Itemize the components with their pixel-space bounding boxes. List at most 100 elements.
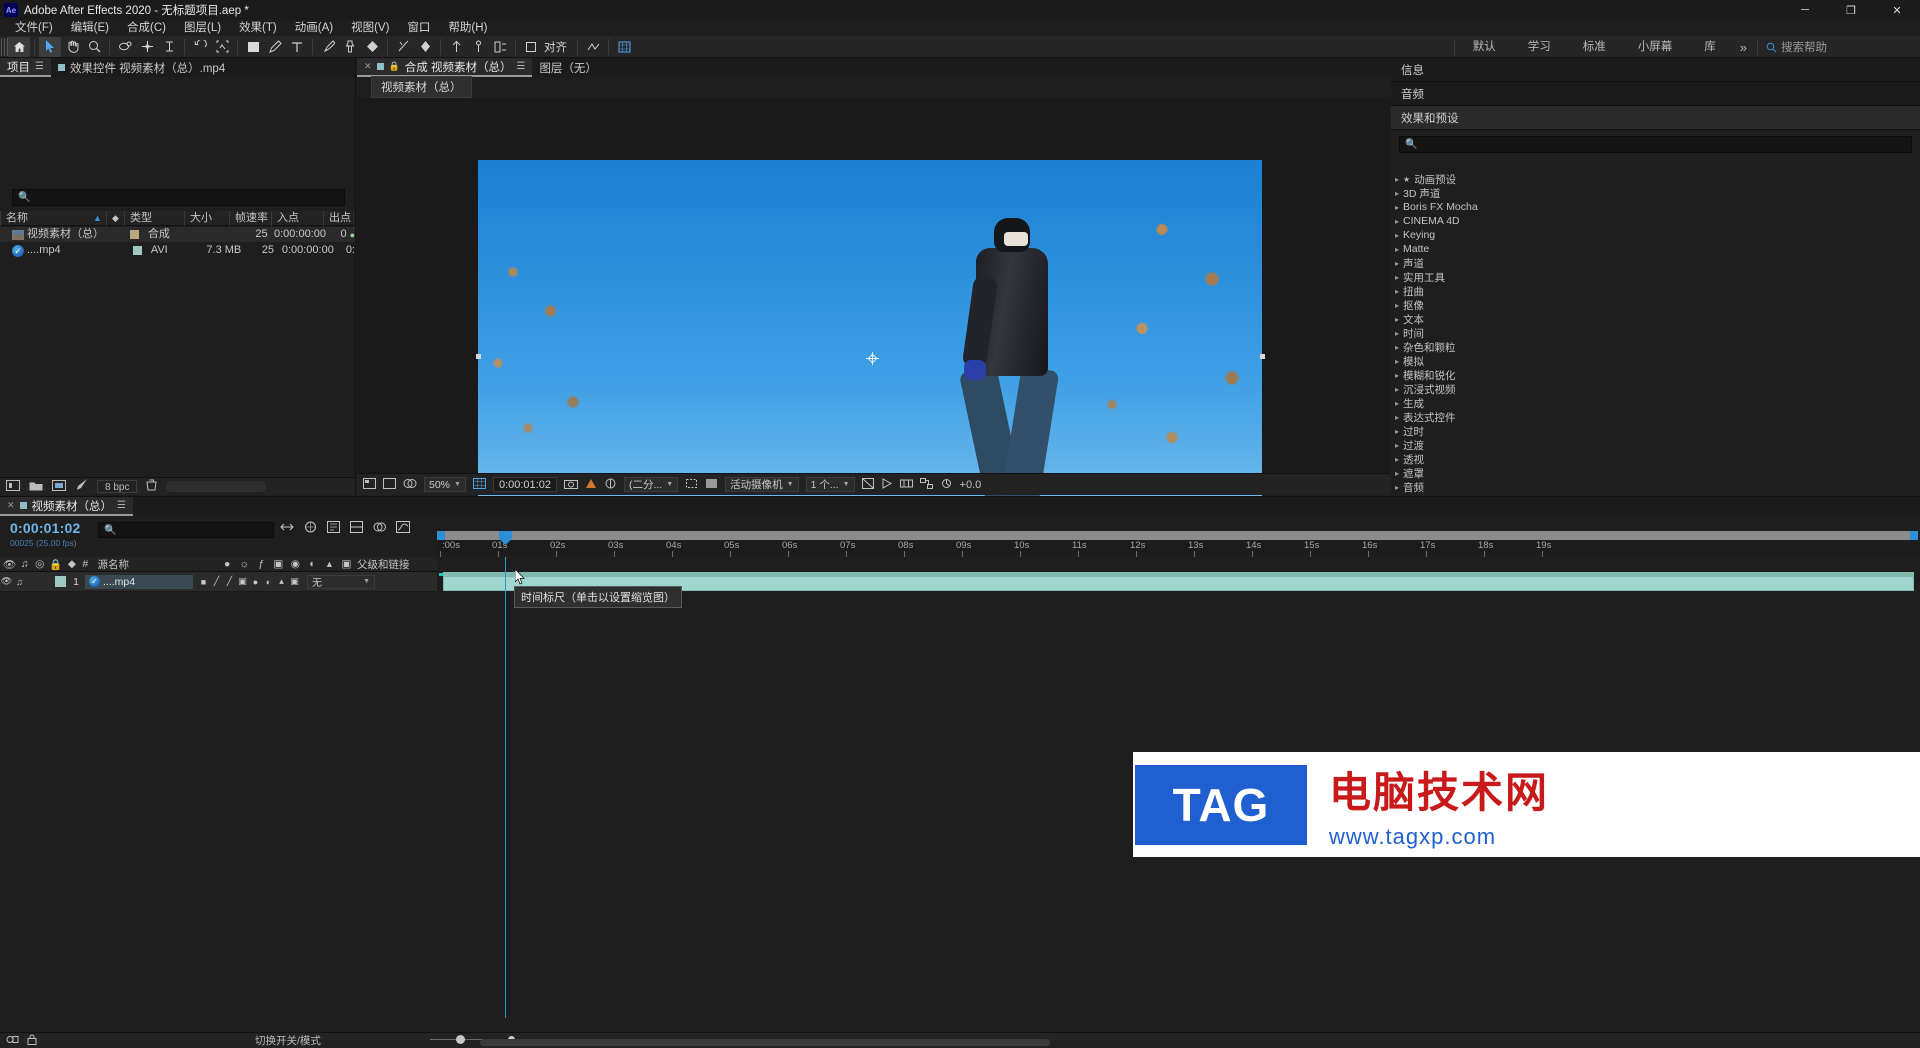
effects-category-item[interactable]: ▸ Boris FX Mocha xyxy=(1391,200,1920,214)
three-d-layer-icon[interactable]: ▣ xyxy=(340,558,353,570)
video-switch-icon[interactable]: 👁 xyxy=(3,558,16,571)
effects-category-item[interactable]: ▸ ★ 动画预设 xyxy=(1391,172,1920,186)
chevron-right-icon[interactable]: ▸ xyxy=(1395,329,1399,338)
effects-category-item[interactable]: ▸ 过时 xyxy=(1391,424,1920,438)
current-time-indicator[interactable] xyxy=(499,531,512,1018)
layer-video-toggle[interactable]: 👁 xyxy=(0,575,13,588)
table-row[interactable]: ✓ ....mp4 AVI 7.3 MB 25 0:00:00:00 0: xyxy=(0,243,355,258)
label-column-icon[interactable]: ◆ xyxy=(65,558,78,570)
chevron-right-icon[interactable]: ▸ xyxy=(1395,189,1399,198)
exposure-reset-icon[interactable] xyxy=(940,478,953,492)
adjustment-layer-icon[interactable]: ▴ xyxy=(323,558,336,570)
hide-shy-layers-icon[interactable] xyxy=(327,521,340,536)
composition-viewer[interactable] xyxy=(357,98,1390,552)
motion-blur-icon[interactable] xyxy=(373,521,386,536)
effects-category-item[interactable]: ▸颜色校正 xyxy=(1391,494,1920,495)
panel-menu-icon[interactable]: ☰ xyxy=(117,500,126,511)
work-area-end-handle[interactable] xyxy=(1910,531,1918,540)
orbit-tool-icon[interactable] xyxy=(114,37,136,57)
chevron-right-icon[interactable]: ▸ xyxy=(1395,385,1399,394)
new-folder-icon[interactable] xyxy=(29,480,43,494)
chevron-right-icon[interactable]: ▸ xyxy=(1395,287,1399,296)
effects-category-item[interactable]: ▸ 模拟 xyxy=(1391,354,1920,368)
roto-brush-tool-icon[interactable] xyxy=(211,37,233,57)
chevron-right-icon[interactable]: ▸ xyxy=(1395,399,1399,408)
effects-category-item[interactable]: ▸ 3D 声道 xyxy=(1391,186,1920,200)
effects-category-item[interactable]: ▸ 遮罩 xyxy=(1391,466,1920,480)
composition-mini-flowchart-icon[interactable] xyxy=(280,521,294,536)
chevron-right-icon[interactable]: ▸ xyxy=(1395,343,1399,352)
rotation-tool-icon[interactable] xyxy=(189,37,211,57)
shy-icon[interactable]: ● xyxy=(221,558,234,570)
workspace-small-screen[interactable]: 小屏幕 xyxy=(1622,36,1689,58)
toggle-switches-modes-icon[interactable] xyxy=(6,1034,19,1048)
toolbar-grip[interactable] xyxy=(1,37,8,56)
effects-category-item[interactable]: ▸ 实用工具 xyxy=(1391,270,1920,284)
snapping-icon[interactable] xyxy=(582,37,604,57)
interpret-footage-icon[interactable] xyxy=(6,479,20,494)
current-time-display[interactable]: 0:00:01:02 xyxy=(492,477,557,492)
frame-blend-icon[interactable]: ◉ xyxy=(289,558,302,570)
column-name[interactable]: 名称 xyxy=(0,210,88,226)
effects-category-item[interactable]: ▸ 表达式控件 xyxy=(1391,410,1920,424)
zoom-slider-knob[interactable] xyxy=(456,1035,465,1044)
puppet-overlap-tool-icon[interactable] xyxy=(414,37,436,57)
menu-animation[interactable]: 动画(A) xyxy=(286,20,342,36)
motion-blur-switch-icon[interactable]: ◐ xyxy=(306,558,319,570)
effects-category-item[interactable]: ▸ 音频 xyxy=(1391,480,1920,494)
chevron-right-icon[interactable]: ▸ xyxy=(1395,175,1399,184)
effects-category-item[interactable]: ▸ 透视 xyxy=(1391,452,1920,466)
row-label-swatch[interactable] xyxy=(129,230,139,239)
layer-source-name[interactable]: ✓ ....mp4 xyxy=(85,574,193,589)
chevron-right-icon[interactable]: ▸ xyxy=(1395,245,1399,254)
column-label-tag[interactable]: ◆ xyxy=(106,210,124,226)
always-preview-icon[interactable] xyxy=(363,477,376,492)
menu-view[interactable]: 视图(V) xyxy=(342,20,398,36)
effects-search-input[interactable]: 🔍 xyxy=(1399,136,1912,153)
chevron-right-icon[interactable]: ▸ xyxy=(1395,483,1399,492)
menu-composition[interactable]: 合成(C) xyxy=(118,20,175,36)
layer-effects-toggle[interactable]: ▣ xyxy=(236,575,249,588)
menu-edit[interactable]: 编辑(E) xyxy=(62,20,118,36)
project-settings-icon[interactable] xyxy=(75,479,88,494)
menu-window[interactable]: 窗口 xyxy=(398,20,439,36)
panel-effects-and-presets[interactable]: 效果和预设 xyxy=(1391,106,1920,130)
effects-category-item[interactable]: ▸ 声道 xyxy=(1391,256,1920,270)
align-pin-icon[interactable] xyxy=(467,37,489,57)
column-sort-arrow[interactable]: ▲ xyxy=(88,211,106,226)
shape-tool-icon[interactable] xyxy=(242,37,264,57)
color-depth-button[interactable]: 8 bpc xyxy=(97,480,138,493)
close-button[interactable]: ✕ xyxy=(1874,0,1920,20)
layer-audio-toggle[interactable]: ♫ xyxy=(13,575,26,588)
align-up-icon[interactable] xyxy=(445,37,467,57)
timeline-lock-icon[interactable] xyxy=(27,1034,37,1048)
effects-category-list[interactable]: ▸ ★ 动画预设 ▸ 3D 声道 ▸ Boris FX Mocha ▸ CINEMA 4D… xyxy=(1391,172,1920,495)
lock-icon[interactable]: 🔒 xyxy=(389,61,400,72)
tab-layer[interactable]: 图层（无） xyxy=(532,58,604,77)
column-framerate[interactable]: 帧速率 xyxy=(229,210,271,226)
delete-icon[interactable] xyxy=(146,479,158,494)
anchor-point-icon[interactable] xyxy=(866,352,879,365)
layer-quality-toggle[interactable]: ╱ xyxy=(223,575,236,588)
chevron-right-icon[interactable]: ▸ xyxy=(1395,455,1399,464)
tab-composition[interactable]: ✕ 🔒 合成 视频素材（总） ☰ xyxy=(357,58,533,77)
show-channel-icon[interactable] xyxy=(403,478,417,492)
channel-color-icon[interactable] xyxy=(604,478,617,492)
layer-lock-toggle[interactable] xyxy=(39,575,52,588)
layer-collapse-toggle[interactable]: ╱ xyxy=(210,575,223,588)
quality-icon[interactable]: ƒ xyxy=(255,558,268,570)
effects-category-item[interactable]: ▸ 扭曲 xyxy=(1391,284,1920,298)
close-icon[interactable]: ✕ xyxy=(364,61,372,72)
chevron-right-icon[interactable]: ▸ xyxy=(1395,413,1399,422)
chevron-right-icon[interactable]: ▸ xyxy=(1395,427,1399,436)
snapshot-icon[interactable] xyxy=(563,478,578,492)
selection-tool-icon[interactable] xyxy=(39,36,61,57)
toggle-switches-modes-label[interactable]: 切换开关/模式 xyxy=(255,1033,321,1048)
chevron-right-icon[interactable]: ▸ xyxy=(1395,441,1399,450)
column-type[interactable]: 类型 xyxy=(124,210,184,226)
home-icon[interactable] xyxy=(8,36,30,57)
panel-audio[interactable]: 音频 xyxy=(1391,82,1920,106)
show-snapshot-icon[interactable] xyxy=(585,478,597,492)
effects-category-item[interactable]: ▸ 抠像 xyxy=(1391,298,1920,312)
panel-menu-icon[interactable]: ☰ xyxy=(516,61,525,72)
